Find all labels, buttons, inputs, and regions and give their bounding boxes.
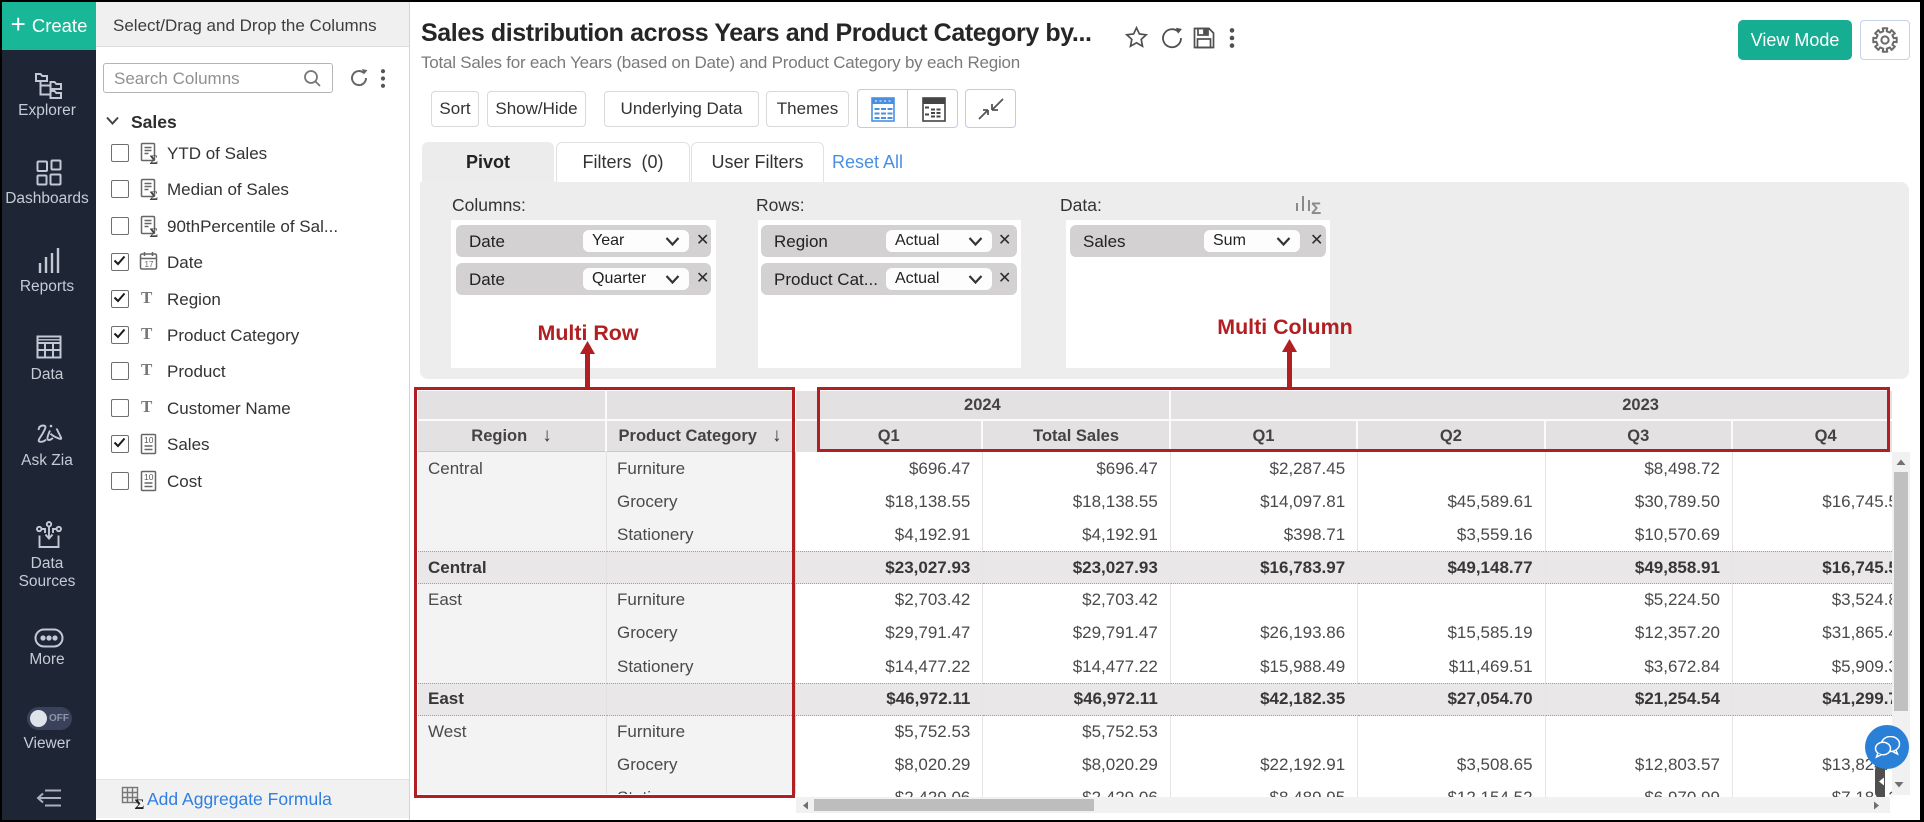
svg-text:10: 10 [144,435,154,445]
svg-text:Σ: Σ [135,797,145,810]
svg-text:Σ: Σ [150,152,159,165]
svg-text:Σ: Σ [150,188,159,201]
svg-text:17: 17 [145,260,154,269]
svg-text:Σ: Σ [1311,199,1321,217]
svg-text:Σ: Σ [150,225,159,238]
svg-text:10: 10 [144,472,154,482]
